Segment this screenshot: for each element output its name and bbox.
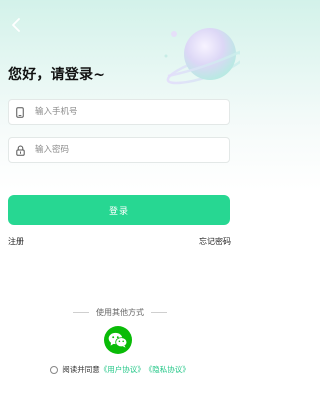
divider-line xyxy=(73,312,89,313)
planet-illustration xyxy=(164,28,240,85)
lock-icon xyxy=(9,145,31,156)
agreement-checkbox[interactable] xyxy=(50,365,59,374)
agreement-row: 阅读并同意 《用户协议》 《隐私协议》 xyxy=(0,364,240,375)
password-field[interactable] xyxy=(8,137,230,163)
register-link[interactable]: 注册 xyxy=(8,236,24,247)
phone-field[interactable] xyxy=(8,99,230,125)
phone-icon xyxy=(9,106,31,118)
other-login-label: 使用其他方式 xyxy=(96,308,144,317)
other-login-divider: 使用其他方式 xyxy=(0,307,240,318)
wechat-icon xyxy=(108,332,128,348)
privacy-policy-link[interactable]: 《隐私协议》 xyxy=(145,364,190,375)
login-button[interactable]: 登录 xyxy=(8,195,230,225)
agreement-prefix: 阅读并同意 xyxy=(62,365,100,374)
wechat-login-button[interactable] xyxy=(104,326,132,354)
user-agreement-link[interactable]: 《用户协议》 xyxy=(100,364,145,375)
phone-input[interactable] xyxy=(31,100,229,124)
forgot-password-link[interactable]: 忘记密码 xyxy=(199,236,231,247)
divider-line xyxy=(151,312,167,313)
back-button[interactable] xyxy=(6,14,26,36)
password-input[interactable] xyxy=(31,138,229,162)
chevron-left-icon xyxy=(12,18,20,32)
page-title: 您好，请登录~ xyxy=(8,67,106,83)
